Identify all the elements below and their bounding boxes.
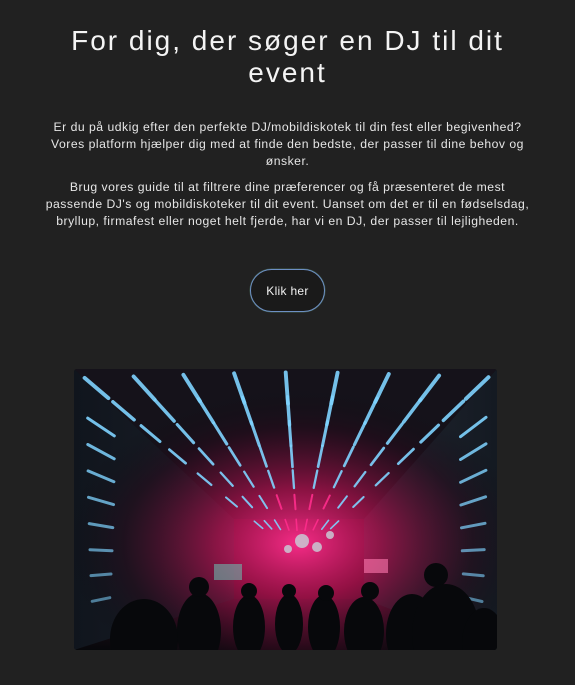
ceiling-light-beam bbox=[293, 493, 297, 511]
wall-light-beam bbox=[460, 548, 486, 553]
ceiling-light-beam bbox=[291, 469, 296, 490]
guide-paragraph: Brug vores guide til at filtrere dine pr… bbox=[28, 179, 547, 230]
club-lights-photo bbox=[74, 369, 497, 650]
wall-light-beam bbox=[89, 572, 113, 578]
guide-line-2: passende DJ's og mobildiskoteker til dit… bbox=[45, 197, 530, 211]
ceiling-light-beam bbox=[295, 518, 298, 532]
page-title-line-1: For dig, der søger en DJ til dit bbox=[71, 25, 504, 56]
guide-line-3: bryllup, firmafest eller noget helt fjer… bbox=[56, 214, 519, 228]
ceiling-light-beam bbox=[287, 419, 293, 448]
intro-line-1: Er du på udkig efter den perfekte DJ/mob… bbox=[53, 120, 522, 134]
intro-paragraph: Er du på udkig efter den perfekte DJ/mob… bbox=[28, 119, 547, 170]
page-title: For dig, der søger en DJ til dit event bbox=[0, 25, 575, 89]
intro-line-3: ønsker. bbox=[265, 154, 310, 168]
page-title-line-2: event bbox=[248, 57, 327, 88]
intro-line-2: Vores platform hjælper dig med at finde … bbox=[51, 137, 524, 151]
wall-light-beam bbox=[88, 548, 114, 553]
wall-light-beam bbox=[461, 572, 485, 578]
ceiling-light-beam bbox=[289, 444, 294, 469]
hero-image bbox=[74, 369, 497, 650]
guide-line-1: Brug vores guide til at filtrere dine pr… bbox=[69, 180, 506, 194]
cta-button[interactable]: Klik her bbox=[250, 269, 325, 312]
